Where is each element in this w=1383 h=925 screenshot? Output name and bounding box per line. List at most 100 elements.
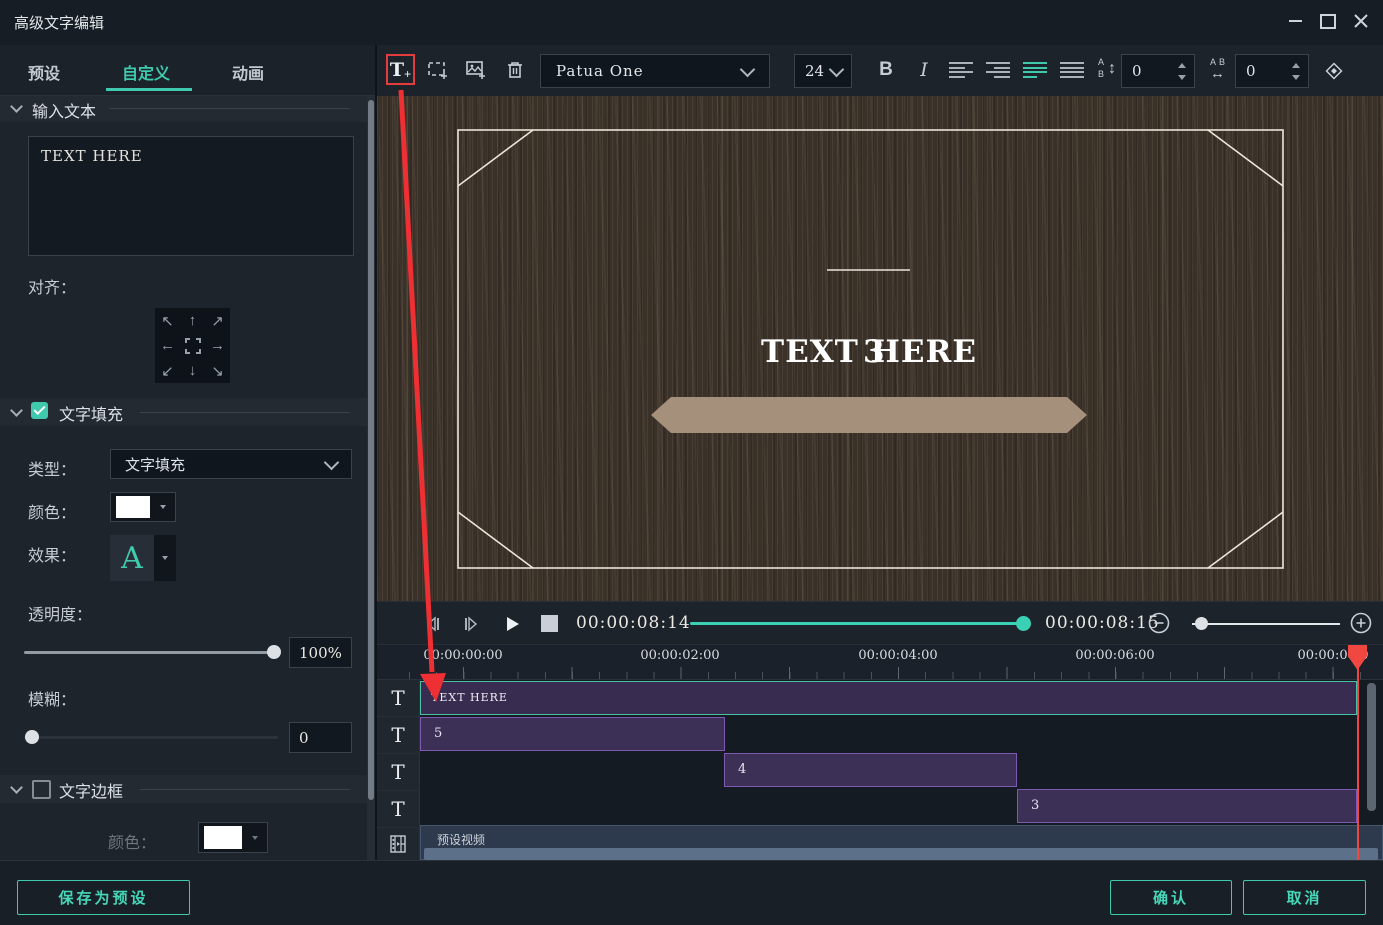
track-header-text-4[interactable]: T [377, 791, 419, 828]
effect-dropdown[interactable] [154, 535, 176, 581]
border-checkbox[interactable] [32, 780, 51, 799]
line-spacing-spinner[interactable]: 0 [1121, 54, 1195, 88]
previous-frame-button[interactable] [421, 612, 445, 636]
keyframe-button[interactable] [1321, 58, 1347, 84]
timeline-zoom-track[interactable] [1192, 623, 1340, 625]
spinner-up-icon[interactable] [1292, 63, 1300, 68]
panel-scrollbar[interactable] [367, 96, 375, 860]
fill-checkbox[interactable] [31, 402, 48, 419]
track-header-text-1[interactable]: T [377, 680, 419, 717]
text-track-icon: T [391, 797, 404, 821]
text-input[interactable]: TEXT HERE [28, 136, 354, 256]
timeline-zoom-thumb[interactable] [1195, 617, 1208, 630]
fill-type-label: 类型： [28, 456, 76, 480]
align-left-button[interactable] [947, 59, 975, 81]
preview-canvas[interactable]: TEXT HERE 3 [377, 96, 1383, 601]
swatch-dropdown-icon[interactable] [160, 505, 166, 509]
bold-button[interactable]: B [873, 56, 899, 84]
timeline-clip-video[interactable]: 预设视频 [420, 825, 1383, 860]
fill-effect-picker[interactable]: A [110, 535, 176, 581]
preview-overlay-text[interactable]: 3 [863, 334, 885, 370]
timeline-ruler[interactable]: 00:00:00:00 00:00:02:00 00:00:04:00 00:0… [377, 645, 1383, 680]
spinner-down-icon[interactable] [1292, 75, 1300, 80]
align-right-button[interactable] [984, 59, 1012, 81]
timeline-clip-5[interactable]: 5 [420, 717, 725, 751]
tab-animation[interactable]: 动画 [232, 60, 264, 84]
blur-slider-track[interactable] [24, 736, 278, 739]
tab-custom[interactable]: 自定义 [122, 60, 170, 84]
add-textbox-button[interactable] [424, 56, 452, 84]
save-preset-button[interactable]: 保存为预设 [17, 880, 190, 915]
border-color-label: 颜色： [108, 829, 156, 853]
spinner-up-icon[interactable] [1178, 63, 1186, 68]
fill-type-select[interactable]: 文字填充 [110, 449, 352, 479]
input-section-header[interactable]: 输入文本 [0, 96, 375, 122]
track-header-text-2[interactable]: T [377, 717, 419, 754]
track-row-1[interactable]: TEXT HERE [420, 680, 1383, 717]
align-top-right-button[interactable]: ↗ [205, 308, 230, 333]
left-panel: 输入文本 TEXT HERE 对齐： ↖ ↑ ↗ ← → ↙ ↓ ↘ [0, 96, 375, 860]
delete-button[interactable] [501, 56, 529, 84]
border-color-picker[interactable] [198, 822, 268, 853]
preview-banner-shape[interactable] [651, 397, 1087, 433]
timeline-clip-text-here[interactable]: TEXT HERE [420, 681, 1357, 715]
maximize-button[interactable] [1315, 8, 1341, 34]
cancel-button[interactable]: 取消 [1243, 880, 1366, 915]
align-bottom-left-button[interactable]: ↙ [155, 358, 180, 383]
track-row-3[interactable]: 4 [420, 752, 1383, 789]
letter-spacing-spinner[interactable]: 0 [1235, 54, 1309, 88]
blur-slider-thumb[interactable] [25, 730, 39, 744]
track-header-text-3[interactable]: T [377, 754, 419, 791]
track-header-video[interactable] [377, 828, 419, 860]
stop-button[interactable] [541, 615, 558, 632]
confirm-button[interactable]: 确认 [1110, 880, 1232, 915]
spinner-down-icon[interactable] [1178, 75, 1186, 80]
timeline-clip-3[interactable]: 3 [1017, 789, 1357, 823]
zoom-out-button[interactable] [1147, 611, 1171, 635]
fill-color-picker[interactable] [110, 492, 176, 522]
align-bottom-button[interactable]: ↓ [180, 358, 205, 383]
track-row-2[interactable]: 5 [420, 716, 1383, 753]
blur-value-box[interactable]: 0 [289, 722, 352, 753]
zoom-in-button[interactable] [1349, 611, 1373, 635]
align-center-pad-button[interactable] [180, 333, 205, 358]
align-top-left-button[interactable]: ↖ [155, 308, 180, 333]
opacity-slider-thumb[interactable] [267, 645, 281, 659]
tabbar: 预设 自定义 动画 [0, 45, 375, 96]
font-select[interactable]: Patua One [540, 54, 770, 88]
align-justify-button[interactable] [1058, 59, 1086, 81]
play-button[interactable] [499, 611, 525, 637]
align-center-icon [1023, 62, 1047, 78]
seek-bar-track[interactable] [690, 622, 1027, 625]
align-top-button[interactable]: ↑ [180, 308, 205, 333]
align-right-pad-button[interactable]: → [205, 333, 230, 358]
italic-button[interactable]: I [911, 56, 937, 84]
chevron-down-icon [324, 454, 340, 470]
minimize-button[interactable] [1282, 8, 1308, 34]
opacity-value-box[interactable]: 100% [289, 637, 352, 668]
chevron-down-icon [829, 61, 845, 77]
tab-preset[interactable]: 预设 [28, 60, 60, 84]
text-track-icon: T [391, 723, 404, 747]
align-center-button[interactable] [1021, 59, 1049, 81]
seek-bar-thumb[interactable] [1016, 616, 1031, 631]
scrollbar-thumb[interactable] [368, 100, 374, 800]
timeline-scrollbar-thumb[interactable] [1367, 683, 1376, 811]
fill-section-title: 文字填充 [59, 401, 123, 425]
font-size-select[interactable]: 24 [794, 54, 852, 88]
opacity-slider-track[interactable] [24, 651, 278, 654]
align-left-pad-button[interactable]: ← [155, 333, 180, 358]
border-section-header[interactable]: 文字边框 [0, 775, 375, 803]
fill-section-header[interactable]: 文字填充 [0, 398, 375, 426]
timeline-clip-4[interactable]: 4 [724, 753, 1017, 787]
playback-bar: 00:00:08:14 00:00:08:15 [377, 601, 1383, 645]
track-row-4[interactable]: 3 [420, 788, 1383, 825]
add-text-button[interactable]: T + [386, 54, 415, 85]
add-text-icon: T [390, 59, 404, 81]
close-button[interactable] [1348, 8, 1374, 34]
track-row-video[interactable]: 预设视频 [420, 824, 1383, 860]
add-image-button[interactable] [462, 56, 490, 84]
zoom-in-icon [1350, 612, 1372, 634]
align-bottom-right-button[interactable]: ↘ [205, 358, 230, 383]
next-frame-button[interactable] [459, 612, 483, 636]
